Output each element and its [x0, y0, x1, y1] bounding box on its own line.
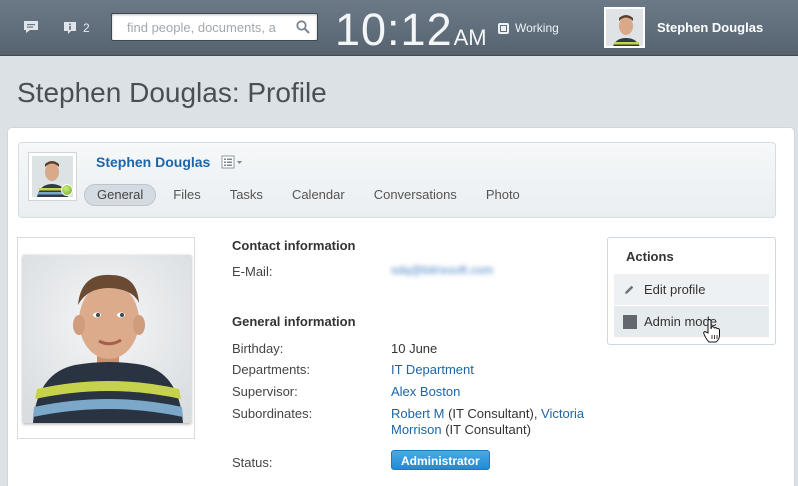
supervisor-label: Supervisor:	[232, 384, 298, 399]
tab-files[interactable]: Files	[161, 184, 212, 206]
chat-icon[interactable]	[23, 20, 39, 34]
profile-tabs: General Files Tasks Calendar Conversatio…	[84, 184, 537, 206]
notifications-button[interactable]: 2	[63, 20, 90, 36]
top-bar: 2 10:12 AM Working Stephen Douglas	[0, 0, 798, 56]
user-avatar-image	[606, 9, 643, 46]
subordinate-link[interactable]: Robert M	[391, 406, 444, 421]
status-label: Status:	[232, 455, 273, 470]
actions-heading: Actions	[626, 249, 674, 264]
work-status-toggle[interactable]: Working	[498, 21, 559, 35]
email-label: E-Mail:	[232, 264, 273, 279]
notification-count: 2	[83, 21, 90, 35]
user-avatar[interactable]	[604, 7, 645, 48]
subordinates-value: Robert M (IT Consultant), Victoria Morris…	[391, 406, 621, 438]
edit-profile-label: Edit profile	[644, 282, 706, 297]
admin-mode-icon	[623, 314, 637, 329]
info-icon	[64, 22, 76, 34]
subordinates-label: Subordinates:	[232, 406, 313, 421]
departments-label: Departments:	[232, 362, 311, 377]
profile-photo-frame	[17, 237, 195, 439]
subordinate-link[interactable]: Victoria	[541, 406, 584, 421]
edit-profile-button[interactable]: Edit profile	[614, 274, 769, 305]
tab-photo[interactable]: Photo	[474, 184, 532, 206]
search-input[interactable]	[112, 14, 292, 40]
clock-time: 10:12	[335, 4, 453, 55]
profile-photo[interactable]	[23, 255, 191, 423]
online-status-icon	[61, 184, 73, 196]
subordinate-role: (IT Consultant)	[441, 422, 531, 437]
status-badge: Administrator	[391, 450, 490, 470]
tab-tasks[interactable]: Tasks	[218, 184, 275, 206]
search-icon[interactable]	[296, 20, 310, 34]
admin-mode-button[interactable]: Admin mode	[614, 306, 769, 337]
contact-info-heading: Contact information	[232, 238, 356, 253]
general-info-heading: General information	[232, 314, 356, 329]
pencil-icon	[625, 285, 634, 294]
page-title: Stephen Douglas: Profile	[17, 77, 327, 108]
work-status-label: Working	[515, 21, 559, 35]
tab-conversations[interactable]: Conversations	[362, 184, 469, 206]
hand-cursor-icon	[703, 319, 720, 343]
subordinate-link[interactable]: Morrison	[391, 422, 442, 437]
user-name-link[interactable]: Stephen Douglas	[657, 20, 763, 35]
supervisor-link[interactable]: Alex Boston	[391, 384, 460, 400]
search-box[interactable]	[111, 13, 318, 41]
department-link[interactable]: IT Department	[391, 362, 474, 378]
email-link[interactable]: sdq@bitrixsoft.com	[391, 263, 493, 277]
profile-menu-icon[interactable]	[221, 155, 245, 169]
profile-photo-image	[23, 255, 191, 423]
tab-general[interactable]: General	[84, 184, 157, 206]
subordinate-role: (IT Consultant),	[444, 406, 542, 421]
clock: 10:12 AM	[335, 4, 487, 56]
tab-calendar[interactable]: Calendar	[280, 184, 357, 206]
profile-name-link[interactable]: Stephen Douglas	[96, 154, 210, 170]
birthday-value: 10 June	[391, 341, 438, 356]
clock-ampm: AM	[453, 25, 487, 50]
birthday-label: Birthday:	[232, 341, 284, 356]
stop-icon	[498, 22, 509, 34]
